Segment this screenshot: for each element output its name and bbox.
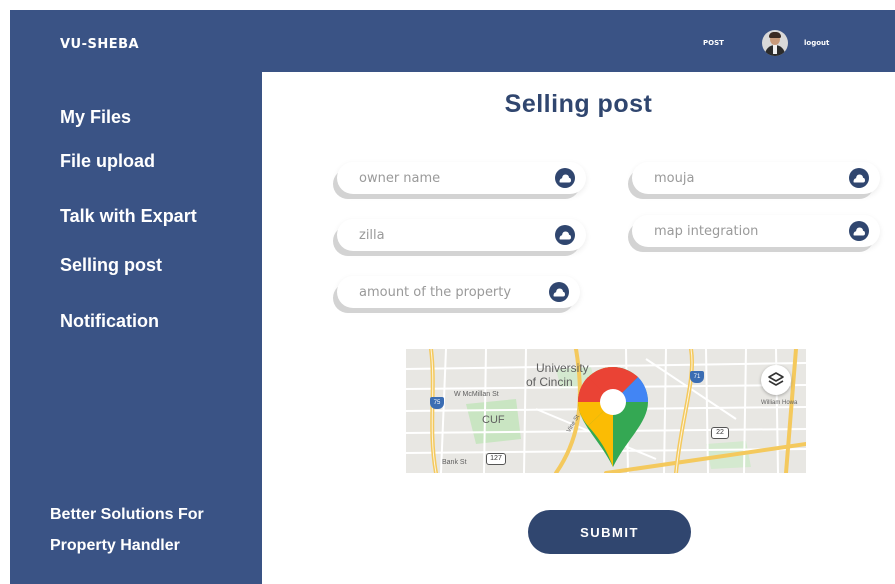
tagline-line-1: Better Solutions For bbox=[50, 506, 204, 523]
top-bar: VU-SHEBA POST logout bbox=[10, 10, 895, 72]
zilla-field bbox=[337, 219, 586, 251]
sidebar-item-talk-with-expart[interactable]: Talk with Expart bbox=[60, 206, 197, 227]
sidebar-item-selling-post[interactable]: Selling post bbox=[60, 255, 162, 276]
google-maps-pin-icon[interactable] bbox=[576, 365, 650, 469]
page-title: Selling post bbox=[504, 90, 653, 118]
highway-shield-127: 127 bbox=[486, 453, 506, 465]
highway-shield-71: 71 bbox=[690, 371, 704, 383]
zilla-input[interactable] bbox=[359, 219, 548, 251]
map-integration-input[interactable] bbox=[654, 215, 842, 247]
map-integration-field bbox=[632, 215, 880, 247]
map-layers-button[interactable] bbox=[761, 365, 791, 395]
cloud-icon[interactable] bbox=[848, 167, 870, 189]
cloud-icon[interactable] bbox=[848, 220, 870, 242]
highway-shield-22: 22 bbox=[711, 427, 729, 439]
sidebar-tagline: Better Solutions For Property Handler bbox=[50, 499, 204, 561]
post-link[interactable]: POST bbox=[703, 39, 724, 47]
sidebar-item-file-upload[interactable]: File upload bbox=[60, 151, 155, 172]
amount-input[interactable] bbox=[359, 276, 542, 308]
amount-field bbox=[337, 276, 580, 308]
layers-icon bbox=[768, 372, 784, 386]
brand-logo[interactable]: VU-SHEBA bbox=[60, 37, 139, 52]
highway-shield-75: 75 bbox=[430, 397, 444, 409]
sidebar-item-my-files[interactable]: My Files bbox=[60, 107, 131, 128]
cloud-icon[interactable] bbox=[548, 281, 570, 303]
map-label-bank-st: Bank St bbox=[442, 459, 467, 466]
mouja-field bbox=[632, 162, 880, 194]
cloud-icon[interactable] bbox=[554, 167, 576, 189]
cloud-icon[interactable] bbox=[554, 224, 576, 246]
map-label-william-howard: William Howa bbox=[761, 400, 798, 406]
owner-name-input[interactable] bbox=[359, 162, 548, 194]
mouja-input[interactable] bbox=[654, 162, 842, 194]
app-frame: VU-SHEBA POST logout My Files File uploa… bbox=[10, 10, 895, 584]
tagline-line-2: Property Handler bbox=[50, 537, 180, 554]
sidebar: My Files File upload Talk with Expart Se… bbox=[10, 72, 262, 584]
sidebar-item-notification[interactable]: Notification bbox=[60, 311, 159, 332]
submit-button[interactable]: SUBMIT bbox=[528, 510, 691, 554]
map-label-mcmillan: W McMillan St bbox=[454, 391, 499, 398]
logout-link[interactable]: logout bbox=[804, 39, 829, 47]
map-preview[interactable]: University of Cincin W McMillan St CUF B… bbox=[406, 349, 806, 473]
avatar[interactable] bbox=[762, 30, 788, 56]
map-label-university-2: of Cincin bbox=[526, 375, 573, 389]
owner-name-field bbox=[337, 162, 586, 194]
map-label-cuf: CUF bbox=[482, 414, 505, 426]
